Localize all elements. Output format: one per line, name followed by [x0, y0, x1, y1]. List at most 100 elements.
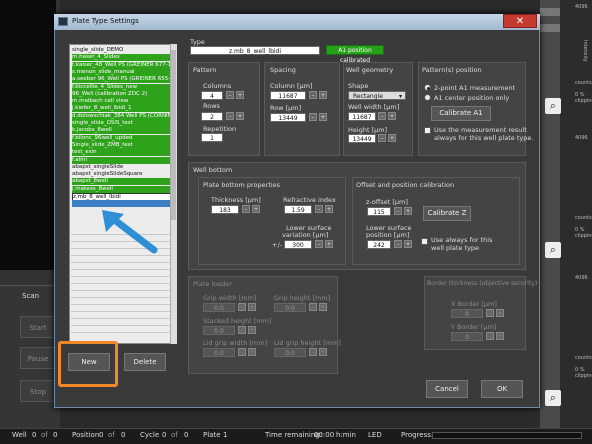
use-measurement-checkbox[interactable]	[424, 127, 431, 134]
thickness-decrement[interactable]: –	[242, 205, 250, 213]
well-width-increment[interactable]: +	[388, 112, 396, 120]
list-item[interactable]: m.maibach cell view	[72, 98, 172, 106]
new-button[interactable]: New	[68, 353, 110, 371]
columns-decrement[interactable]: –	[226, 91, 234, 99]
list-item[interactable]: f.almi	[72, 156, 172, 164]
list-item[interactable]: abapst_8well	[72, 178, 172, 186]
lower-surface-variation-decrement[interactable]: –	[315, 240, 323, 248]
search-icon[interactable]: ⌕	[545, 98, 561, 114]
close-button[interactable]: ✕	[503, 14, 537, 28]
stacked-height-decrement[interactable]: –	[238, 326, 246, 334]
grip-height-decrement[interactable]: –	[309, 303, 317, 311]
refractive-index-increment[interactable]: +	[325, 205, 333, 213]
list-item[interactable]: j.kiefer_8_well_lbidi_1	[72, 105, 172, 113]
calibrate-z-button[interactable]: Calibrate Z	[423, 206, 471, 221]
z-offset-increment[interactable]: +	[404, 207, 412, 215]
ok-button[interactable]: OK	[481, 380, 523, 398]
z-offset-field[interactable]: 115	[367, 207, 391, 216]
type-name-field[interactable]: z.mb_8_well_lbidi	[190, 46, 320, 55]
column-spacing-decrement[interactable]: –	[309, 91, 317, 99]
lower-surface-variation-increment[interactable]: +	[325, 240, 333, 248]
list-item[interactable]: a.seeber 96_Well PS (GREINER 655-160)	[72, 76, 172, 84]
list-item[interactable]: abapst_singleSlide	[72, 164, 172, 171]
use-always-checkbox[interactable]	[421, 238, 428, 245]
lower-surface-position-increment[interactable]: +	[404, 240, 412, 248]
list-item[interactable]: single_slide_DEMO	[72, 47, 172, 54]
columns-field[interactable]: 4	[201, 91, 223, 100]
stacked-height-increment[interactable]: +	[248, 326, 256, 334]
list-item[interactable]: abapst_singleSlideSquare	[72, 171, 172, 178]
delete-button[interactable]: Delete	[124, 353, 166, 371]
lower-surface-position-decrement[interactable]: –	[394, 240, 402, 248]
column-spacing-increment[interactable]: +	[319, 91, 327, 99]
lower-surface-position-field[interactable]: 242	[367, 240, 391, 249]
list-scrollbar-thumb[interactable]	[171, 50, 176, 220]
list-item[interactable]: d.dolowschiak_384 Well PS (CORNING 3	[72, 112, 172, 120]
list-item[interactable]: Single_slide_ZMB_test	[72, 141, 172, 149]
pause-button[interactable]: Pause	[20, 347, 56, 369]
search-icon[interactable]: ⌕	[545, 390, 561, 406]
list-item[interactable]: t.kaiser_48_Well PS (GREINER 677-180)	[72, 61, 172, 69]
refractive-index-decrement[interactable]: –	[315, 205, 323, 213]
grip-width-decrement[interactable]: –	[238, 303, 246, 311]
center-only-radio[interactable]	[424, 94, 431, 101]
row-spacing-decrement[interactable]: –	[309, 113, 317, 121]
columns-increment[interactable]: +	[236, 91, 244, 99]
thickness-field[interactable]: 183	[211, 205, 239, 214]
two-point-radio[interactable]	[424, 84, 431, 91]
list-item[interactable]: single_slide_OSIS_test	[72, 120, 172, 127]
grip-width-increment[interactable]: +	[248, 303, 256, 311]
stop-button[interactable]: Stop	[20, 380, 56, 402]
list-item[interactable]: f.bilonc_96well_upded	[72, 134, 172, 142]
list-item[interactable]: f.biccellie_4_Slides_new	[72, 83, 172, 91]
thickness-increment[interactable]: +	[252, 205, 260, 213]
well-width-field[interactable]: 11687	[348, 112, 376, 121]
well-height-decrement[interactable]: –	[378, 134, 386, 142]
y-border-field[interactable]: 0	[451, 332, 483, 341]
lid-grip-height-decrement[interactable]: –	[309, 348, 317, 356]
plate-bottom-title: Plate bottom properties	[203, 181, 281, 189]
list-item[interactable]: 96_Well (calibration ZDC 2)	[72, 90, 172, 98]
refractive-index-field[interactable]: 1.59	[284, 205, 312, 214]
lid-grip-width-decrement[interactable]: –	[238, 348, 246, 356]
lid-grip-height-field[interactable]: 0.0	[274, 348, 306, 357]
repetition-field[interactable]: 1	[201, 133, 223, 142]
list-item[interactable]: j.mateos_8well	[72, 185, 172, 193]
well-height-field[interactable]: 13449	[348, 134, 376, 143]
patterns-position-title: Pattern(s) position	[422, 66, 482, 74]
y-border-decrement[interactable]: –	[486, 332, 494, 340]
list-item[interactable]: test_esin	[72, 149, 172, 157]
rows-field[interactable]: 2	[201, 112, 223, 121]
list-item[interactable]: m.haser_4_Slides	[72, 54, 172, 62]
well-width-decrement[interactable]: –	[378, 112, 386, 120]
lid-grip-width-increment[interactable]: +	[248, 348, 256, 356]
calibrate-a1-button[interactable]: Calibrate A1	[431, 106, 491, 121]
shape-select[interactable]: Rectangle ▾	[348, 91, 406, 100]
y-border-increment[interactable]: +	[496, 332, 504, 340]
z-offset-decrement[interactable]: –	[394, 207, 402, 215]
search-icon[interactable]: ⌕	[545, 242, 561, 258]
x-border-increment[interactable]: +	[496, 309, 504, 317]
stacked-height-field[interactable]: 0.0	[203, 326, 235, 335]
lid-grip-height-increment[interactable]: +	[319, 348, 327, 356]
x-border-field[interactable]: 0	[451, 309, 483, 318]
rows-decrement[interactable]: –	[226, 112, 234, 120]
cancel-button[interactable]: Cancel	[426, 380, 468, 398]
rows-increment[interactable]: +	[236, 112, 244, 120]
lower-surface-variation-field[interactable]: 300	[284, 240, 312, 249]
column-spacing-field[interactable]: 11687	[270, 91, 306, 100]
scan-tab-label[interactable]: Scan	[22, 292, 39, 300]
x-border-decrement[interactable]: –	[486, 309, 494, 317]
list-item[interactable]: k.jacobs_8well	[72, 127, 172, 135]
grip-width-field[interactable]: 0.0	[203, 303, 235, 312]
lid-grip-width-field[interactable]: 0.0	[203, 348, 235, 357]
list-item[interactable]: s.menon_slide_manual	[72, 68, 172, 76]
row-spacing-increment[interactable]: +	[319, 113, 327, 121]
row-spacing-field[interactable]: 13449	[270, 113, 306, 122]
well-height-increment[interactable]: +	[388, 134, 396, 142]
grip-height-field[interactable]: 0.0	[274, 303, 306, 312]
start-button[interactable]: Start	[20, 316, 56, 338]
list-item-selected[interactable]	[72, 200, 172, 208]
grip-height-increment[interactable]: +	[319, 303, 327, 311]
thickness-label: Thickness [µm]	[211, 196, 261, 204]
